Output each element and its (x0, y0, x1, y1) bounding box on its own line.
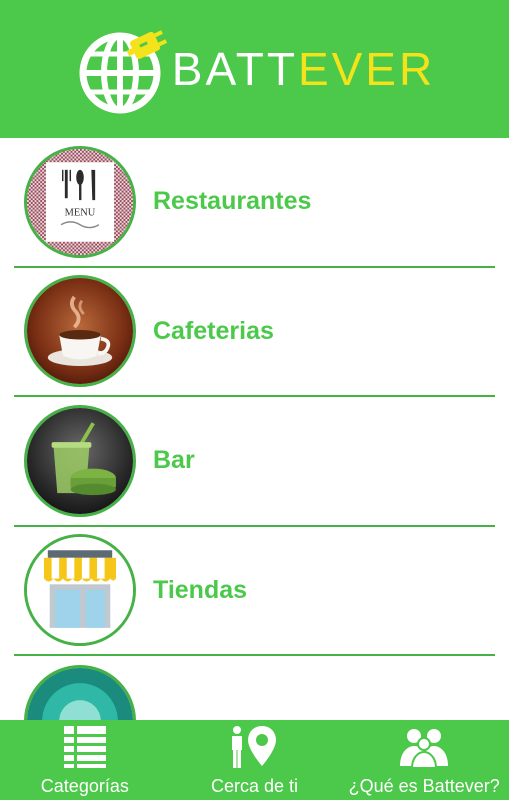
globe-plug-icon (79, 30, 167, 114)
storefront-icon (24, 534, 136, 647)
tab-categorias[interactable]: Categorías (0, 720, 170, 800)
brand-name-part2: EVER (297, 43, 436, 95)
menu-cutlery-icon: MENU (24, 145, 136, 258)
tab-label: Categorías (40, 776, 129, 796)
category-label: Bar (153, 446, 195, 475)
category-label: Restaurantes (153, 187, 312, 216)
category-icon-partial (24, 664, 136, 720)
app-header: BATTEVER (0, 0, 509, 138)
menu-thumb-text: MENU (65, 207, 96, 218)
group-icon (400, 729, 449, 769)
person-location-icon (231, 726, 276, 768)
category-item-tiendas[interactable]: Tiendas (14, 527, 495, 656)
category-item-partial[interactable] (14, 656, 495, 720)
bottom-tab-bar: Categorías Cerca de ti ¿Qué es Battever? (0, 720, 509, 800)
category-item-cafeterias[interactable]: Cafeterias (14, 268, 495, 397)
coffee-cup-icon (24, 275, 136, 388)
category-list: MENU Restaurantes Cafeterias Bar Tiendas (0, 138, 509, 720)
tab-cerca-de-ti[interactable]: Cerca de ti (170, 720, 340, 800)
tab-que-es-battever[interactable]: ¿Qué es Battever? (339, 720, 509, 800)
category-item-restaurantes[interactable]: MENU Restaurantes (14, 138, 495, 268)
brand-name: BATTEVER (172, 46, 435, 92)
brand-logo: BATTEVER (74, 21, 435, 117)
brand-name-part1: BATT (171, 43, 298, 95)
tab-label: Cerca de ti (210, 776, 299, 796)
category-item-bar[interactable]: Bar (14, 397, 495, 527)
list-icon (63, 726, 106, 768)
category-label: Tiendas (153, 575, 248, 604)
category-label: Cafeterias (153, 316, 274, 345)
drink-burger-icon (24, 404, 136, 517)
tab-label: ¿Qué es Battever? (348, 776, 500, 796)
